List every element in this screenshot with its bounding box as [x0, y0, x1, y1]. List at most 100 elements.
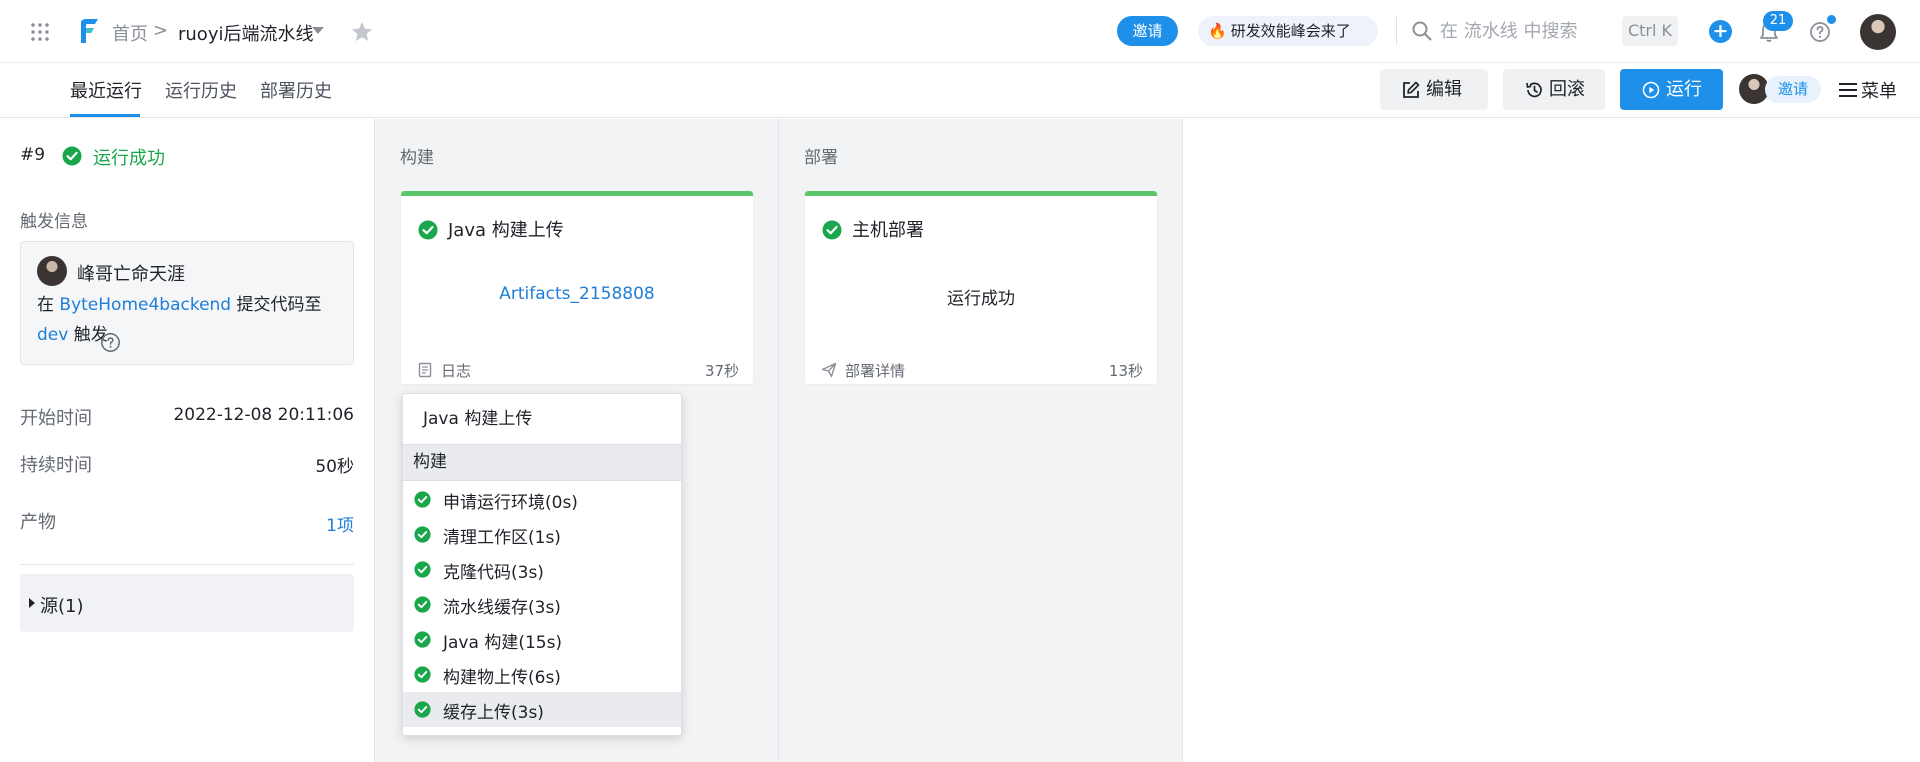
promo-banner[interactable]: 🔥 研发效能峰会来了 [1198, 16, 1378, 46]
invite-button[interactable]: 邀请 [1117, 16, 1178, 46]
log-link[interactable]: 日志 [441, 360, 471, 381]
run-detail-panel: #9 运行成功 触发信息 峰哥亡命天涯 在 ByteHome4backend 提… [0, 119, 375, 762]
stage-deploy: 部署 主机部署 运行成功 部署详情 13秒 [779, 119, 1183, 762]
invite-member-button[interactable]: 邀请 [1765, 76, 1821, 103]
check-circle-icon [414, 631, 431, 648]
step-item[interactable]: 构建物上传(6s) [403, 657, 681, 692]
step-label: 克隆代码(3s) [443, 563, 544, 583]
notification-badge[interactable]: 21 [1763, 11, 1793, 31]
edit-button[interactable]: 编辑 [1380, 69, 1488, 110]
send-icon[interactable] [821, 362, 837, 378]
grid-icon[interactable] [30, 22, 50, 42]
step-item[interactable]: Java 构建(15s) [403, 622, 681, 657]
duration-label: 持续时间 [20, 455, 92, 476]
divider [20, 564, 354, 565]
trigger-user: 峰哥亡命天涯 [77, 264, 185, 285]
trigger-info-box: 峰哥亡命天涯 在 ByteHome4backend 提交代码至 dev 触发 [20, 241, 354, 365]
stage-title: 部署 [804, 148, 838, 168]
artifacts-label: 产物 [20, 512, 56, 533]
help-icon[interactable] [1808, 20, 1832, 44]
log-icon[interactable] [417, 362, 433, 378]
menu-icon[interactable] [1839, 82, 1857, 98]
question-icon[interactable] [100, 332, 121, 353]
step-item[interactable]: 清理工作区(1s) [403, 517, 681, 552]
step-label: 流水线缓存(3s) [443, 598, 561, 618]
check-circle-icon [414, 491, 431, 508]
check-circle-icon [62, 146, 82, 166]
step-item[interactable]: 申请运行环境(0s) [403, 482, 681, 517]
star-icon[interactable] [350, 20, 374, 44]
job-name: 主机部署 [852, 220, 924, 241]
job-card-java-build[interactable]: Java 构建上传 Artifacts_2158808 日志 37秒 [401, 191, 753, 384]
job-card-host-deploy[interactable]: 主机部署 运行成功 部署详情 13秒 [805, 191, 1157, 384]
rollback-button[interactable]: 回滚 [1503, 69, 1605, 110]
tab-active-indicator [70, 114, 140, 117]
caret-right-icon [29, 598, 35, 608]
check-circle-icon [414, 561, 431, 578]
deploy-detail-link[interactable]: 部署详情 [845, 360, 905, 381]
trigger-line: dev 触发 [37, 320, 108, 345]
step-item[interactable]: 克隆代码(3s) [403, 552, 681, 587]
avatar [37, 256, 67, 286]
step-label: Java 构建(15s) [443, 633, 563, 653]
promo-label: 研发效能峰会来了 [1230, 22, 1351, 40]
top-bar: 首页 > ruoyi后端流水线 邀请 🔥研发效能峰会来了 Ctrl K + 21 [0, 0, 1920, 63]
breadcrumb-current[interactable]: ruoyi后端流水线 [178, 20, 313, 46]
shortcut-hint: Ctrl K [1622, 16, 1678, 46]
trigger-action: 提交代码至 [236, 295, 322, 315]
run-status: 运行成功 [93, 148, 165, 169]
step-item[interactable]: 流水线缓存(3s) [403, 587, 681, 622]
start-time-value: 2022-12-08 20:11:06 [173, 405, 354, 425]
source-label: 源(1) [40, 596, 84, 617]
step-label: 构建物上传(6s) [443, 668, 561, 688]
play-icon [1642, 81, 1660, 99]
source-collapse[interactable]: 源(1) [20, 574, 354, 632]
step-item-selected[interactable]: 缓存上传(3s) [403, 692, 681, 727]
step-label: 清理工作区(1s) [443, 528, 561, 548]
divider [1396, 17, 1397, 45]
check-circle-icon [822, 220, 842, 240]
menu-button[interactable]: 菜单 [1861, 77, 1897, 103]
search-input[interactable] [1440, 17, 1610, 45]
tab-bar: 最近运行 运行历史 部署历史 编辑 回滚 运行 邀请 菜单 [0, 63, 1920, 118]
tab-recent-runs[interactable]: 最近运行 [70, 77, 142, 103]
logo-icon[interactable] [78, 17, 100, 45]
job-steps-popover: Java 构建上传 构建 申请运行环境(0s) 清理工作区(1s) 克隆代码(3… [402, 393, 682, 736]
tab-run-history[interactable]: 运行历史 [165, 77, 237, 103]
rollback-label: 回滚 [1549, 79, 1585, 100]
artifacts-link[interactable]: 1项 [326, 511, 354, 536]
check-circle-icon [414, 596, 431, 613]
chevron-down-icon[interactable] [312, 27, 324, 34]
job-name: Java 构建上传 [448, 220, 564, 241]
check-circle-icon [414, 701, 431, 718]
start-time-label: 开始时间 [20, 408, 92, 429]
check-circle-icon [414, 666, 431, 683]
create-button[interactable]: + [1709, 20, 1732, 43]
repo-link[interactable]: ByteHome4backend [59, 295, 231, 315]
breadcrumb-home[interactable]: 首页 [112, 20, 148, 46]
run-number: #9 [20, 145, 46, 165]
branch-link[interactable]: dev [37, 325, 68, 345]
run-label: 运行 [1666, 79, 1702, 100]
edit-icon [1403, 81, 1420, 98]
duration-value: 50秒 [315, 457, 354, 477]
check-circle-icon [418, 220, 438, 240]
avatar[interactable] [1860, 14, 1896, 50]
job-duration: 13秒 [1108, 362, 1143, 380]
tab-deploy-history[interactable]: 部署历史 [260, 77, 332, 103]
popover-title: Java 构建上传 [423, 409, 533, 429]
run-button[interactable]: 运行 [1620, 69, 1723, 110]
breadcrumb-separator: > [153, 20, 169, 41]
artifact-link[interactable]: Artifacts_2158808 [401, 284, 753, 304]
step-label: 申请运行环境(0s) [443, 493, 578, 513]
trigger-info-title: 触发信息 [20, 212, 88, 232]
stage-title: 构建 [400, 148, 434, 168]
search-icon [1412, 21, 1432, 41]
trigger-in: 在 [37, 295, 54, 315]
fire-icon: 🔥 [1208, 22, 1227, 40]
job-status-text: 运行成功 [947, 289, 1015, 309]
edit-label: 编辑 [1426, 79, 1462, 100]
help-dot [1827, 15, 1836, 24]
step-group-header: 构建 [403, 444, 681, 481]
step-label: 缓存上传(3s) [443, 703, 544, 723]
